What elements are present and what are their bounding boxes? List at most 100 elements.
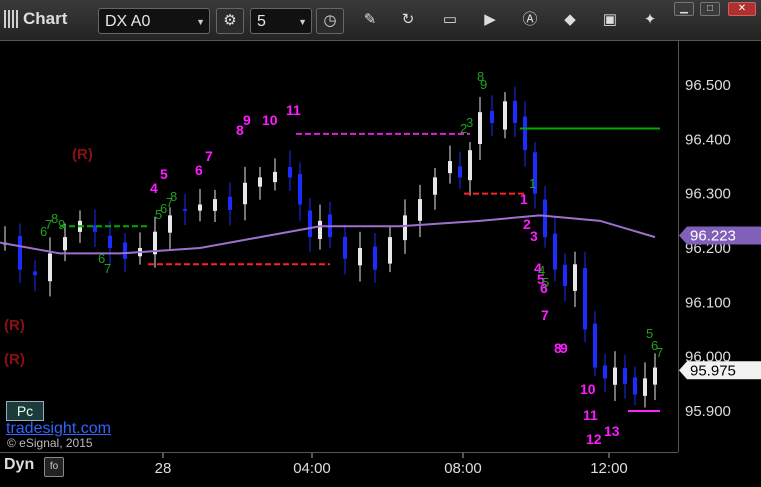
count-label: 9 xyxy=(243,112,251,128)
candle-body xyxy=(198,204,202,211)
toolbar: Chart DX A0 ▼ ⚙ 5 ▼ ◷ ✎ ↻ ▭ ▶ Ⓐ ◆ ▣ ✦ ▁ … xyxy=(0,0,761,41)
link-icon[interactable]: ▣ xyxy=(600,10,620,30)
candle-body xyxy=(563,264,567,287)
candle-body xyxy=(623,368,627,384)
candle-body xyxy=(403,215,407,241)
candle-body xyxy=(523,116,527,151)
chart-plot-area[interactable]: (R) (R) (R) 4 5 6 7 8 9 10 11 1 2 3 4 5 6 7 8 9 10 11 12 13 6 7 8 9… xyxy=(0,41,678,452)
candle-body xyxy=(503,101,507,130)
minimize-button[interactable]: ▁ xyxy=(674,2,694,16)
candle-body xyxy=(643,378,647,396)
candle-body xyxy=(468,150,472,181)
alert-icon[interactable]: Ⓐ xyxy=(520,10,540,30)
candle-body xyxy=(63,237,67,251)
candle-body xyxy=(573,264,577,291)
candle-body xyxy=(613,367,617,385)
candle-body xyxy=(48,253,52,282)
y-tick-label: 96.100 xyxy=(685,294,731,311)
count-label: 10 xyxy=(262,112,278,128)
count-label: 3 xyxy=(466,115,473,130)
refresh-icon[interactable]: ↻ xyxy=(398,10,418,30)
chart-window: Chart DX A0 ▼ ⚙ 5 ▼ ◷ ✎ ↻ ▭ ▶ Ⓐ ◆ ▣ ✦ ▁ … xyxy=(0,0,761,482)
time-axis-labels: 28 04:00 08:00 12:00 xyxy=(155,453,628,477)
clock-icon[interactable]: ◷ xyxy=(316,8,344,34)
candle-body xyxy=(583,267,587,330)
count-label: 7 xyxy=(104,261,111,276)
candle-body xyxy=(490,110,494,124)
candle-body xyxy=(418,199,422,221)
count-label: 1 xyxy=(529,176,536,191)
candle-body xyxy=(373,246,377,270)
interval-value: 5 xyxy=(257,13,266,30)
price-axis[interactable]: 96.500 96.400 96.300 96.200 96.100 96.000 95.9… xyxy=(678,41,761,452)
candle-body xyxy=(183,208,187,211)
candle-body xyxy=(298,173,302,205)
data-icon[interactable]: ▭ xyxy=(440,10,460,30)
candle-body xyxy=(653,367,657,385)
r-mark: (R) xyxy=(4,317,25,334)
candle-body xyxy=(448,161,452,174)
candle-body xyxy=(513,100,517,124)
axis-corner xyxy=(678,452,761,481)
settings-gear-icon[interactable]: ⚙ xyxy=(216,8,244,34)
chevron-down-icon[interactable]: ▼ xyxy=(298,9,307,35)
candle-body xyxy=(543,199,547,238)
r-mark: (R) xyxy=(4,351,25,368)
count-label: 5 xyxy=(542,275,549,290)
count-label: 9 xyxy=(58,217,65,232)
play-icon[interactable]: ▶ xyxy=(480,10,500,30)
candle-body xyxy=(228,196,232,210)
count-label: 1 xyxy=(520,191,528,207)
r-mark: (R) xyxy=(72,146,93,163)
candle-body xyxy=(593,323,597,368)
chevron-down-icon[interactable]: ▼ xyxy=(196,9,205,35)
candle-body xyxy=(478,112,482,145)
count-label: 11 xyxy=(286,102,301,118)
count-label: 6 xyxy=(195,162,203,178)
interval-input[interactable]: 5 ▼ xyxy=(250,8,312,34)
y-tick-label: 96.500 xyxy=(685,77,731,94)
copyright-text: © eSignal, 2015 xyxy=(7,436,93,450)
y-tick-label: 95.900 xyxy=(685,403,731,420)
candle-body xyxy=(308,210,312,238)
count-label: 13 xyxy=(604,423,620,439)
candle-body xyxy=(553,233,557,270)
count-label: 7 xyxy=(205,148,213,164)
eraser-icon[interactable]: ◆ xyxy=(560,10,580,30)
candle-body xyxy=(243,182,247,205)
count-label: 4 xyxy=(150,180,158,196)
candle-body xyxy=(258,177,262,187)
count-label: 8 xyxy=(170,189,177,204)
candle-body xyxy=(273,171,277,183)
count-label: 9 xyxy=(480,77,487,92)
count-label: 11 xyxy=(583,407,598,423)
candle-body xyxy=(18,236,22,270)
price-chart[interactable]: (R)(R)(R)45 6789 1011123456789101112 13678 9… xyxy=(0,41,678,452)
count-label: 12 xyxy=(586,431,602,447)
candle-body xyxy=(33,271,37,276)
x-tick-label: 12:00 xyxy=(590,460,628,477)
tweet-icon[interactable]: ✦ xyxy=(640,10,660,30)
time-axis[interactable]: 28 04:00 08:00 12:00 xyxy=(0,452,678,482)
pc-label[interactable]: Pc xyxy=(6,401,44,421)
dyn-settings-icon[interactable]: fo xyxy=(44,457,64,477)
x-tick-label: 28 xyxy=(155,460,172,477)
symbol-value: DX A0 xyxy=(105,13,151,30)
candle-body xyxy=(343,236,347,259)
close-button[interactable]: ✕ xyxy=(728,2,756,16)
app-title: Chart xyxy=(4,9,67,29)
candle-body xyxy=(458,166,462,178)
count-label: 7 xyxy=(541,307,549,323)
maximize-button[interactable]: □ xyxy=(700,2,720,16)
count-label: 3 xyxy=(530,228,538,244)
count-label: 7 xyxy=(656,345,663,360)
candle-body xyxy=(318,220,322,240)
symbol-input[interactable]: DX A0 ▼ xyxy=(98,8,210,34)
price-tag: 95.975 xyxy=(690,362,736,379)
count-label: 5 xyxy=(160,166,168,182)
candle-body xyxy=(288,166,292,178)
candle-body xyxy=(603,365,607,379)
candle-body xyxy=(168,215,172,233)
pencil-icon[interactable]: ✎ xyxy=(360,10,380,30)
x-tick-label: 04:00 xyxy=(293,460,331,477)
